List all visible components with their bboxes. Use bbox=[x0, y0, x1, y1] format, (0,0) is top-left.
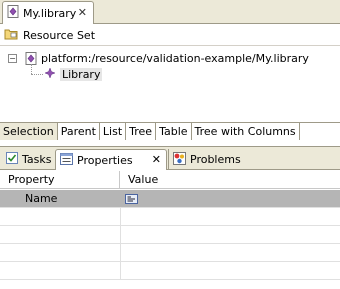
table-row bbox=[0, 208, 340, 226]
tree-node-resource-label: platform:/resource/validation-example/My… bbox=[41, 51, 309, 65]
table-row bbox=[0, 244, 340, 262]
column-header-value[interactable]: Value bbox=[120, 171, 340, 189]
text-value-icon[interactable] bbox=[125, 194, 138, 207]
tab-problems-label: Problems bbox=[190, 153, 241, 166]
tasks-icon bbox=[6, 152, 18, 167]
editor-content: Resource Set − platform:/resource/valida… bbox=[0, 24, 340, 122]
tab-properties[interactable]: Properties ✕ bbox=[55, 149, 167, 170]
tree-connector bbox=[31, 74, 43, 75]
editor-page-tabs: Selection Parent List Tree Table Tree wi… bbox=[0, 122, 340, 140]
tab-tree-with-columns[interactable]: Tree with Columns bbox=[192, 123, 300, 140]
table-row bbox=[0, 226, 340, 244]
resource-set-label: Resource Set bbox=[23, 29, 96, 42]
properties-table: Property Value Name bbox=[0, 171, 340, 289]
close-icon[interactable]: ✕ bbox=[78, 6, 87, 19]
table-row[interactable]: Name bbox=[0, 190, 340, 208]
column-header-property[interactable]: Property bbox=[0, 171, 120, 189]
table-row bbox=[0, 262, 340, 280]
tab-selection[interactable]: Selection bbox=[0, 123, 58, 140]
tab-table[interactable]: Table bbox=[156, 123, 192, 140]
tree-node-library[interactable]: Library bbox=[44, 66, 103, 82]
tab-parent[interactable]: Parent bbox=[58, 123, 100, 140]
library-object-icon bbox=[44, 66, 56, 82]
library-file-icon bbox=[7, 5, 19, 21]
tab-properties-label: Properties bbox=[77, 153, 133, 167]
tree-node-resource[interactable]: − platform:/resource/validation-example/… bbox=[8, 50, 309, 66]
views-tab-strip: Tasks Properties ✕ Problems bbox=[0, 146, 340, 170]
tab-tasks-label: Tasks bbox=[22, 153, 52, 166]
editor-tab-label: My.library bbox=[23, 6, 77, 20]
collapse-icon[interactable]: − bbox=[8, 53, 17, 63]
close-icon[interactable]: ✕ bbox=[152, 153, 161, 166]
tree-connector bbox=[31, 64, 32, 74]
editor-tab-my-library[interactable]: My.library ✕ bbox=[2, 1, 94, 24]
properties-icon bbox=[60, 152, 73, 168]
resource-set-folder-icon bbox=[4, 28, 18, 43]
property-name: Name bbox=[25, 192, 58, 205]
tab-list[interactable]: List bbox=[100, 123, 127, 140]
tab-problems[interactable]: Problems bbox=[168, 149, 241, 170]
resource-icon bbox=[25, 51, 37, 65]
tree-node-library-label: Library bbox=[60, 67, 103, 81]
tab-tasks[interactable]: Tasks bbox=[2, 149, 54, 170]
resource-set-header: Resource Set bbox=[0, 26, 340, 46]
editor-tab-strip: My.library ✕ bbox=[0, 0, 340, 24]
tab-tree[interactable]: Tree bbox=[126, 123, 157, 140]
problems-icon bbox=[173, 151, 186, 168]
